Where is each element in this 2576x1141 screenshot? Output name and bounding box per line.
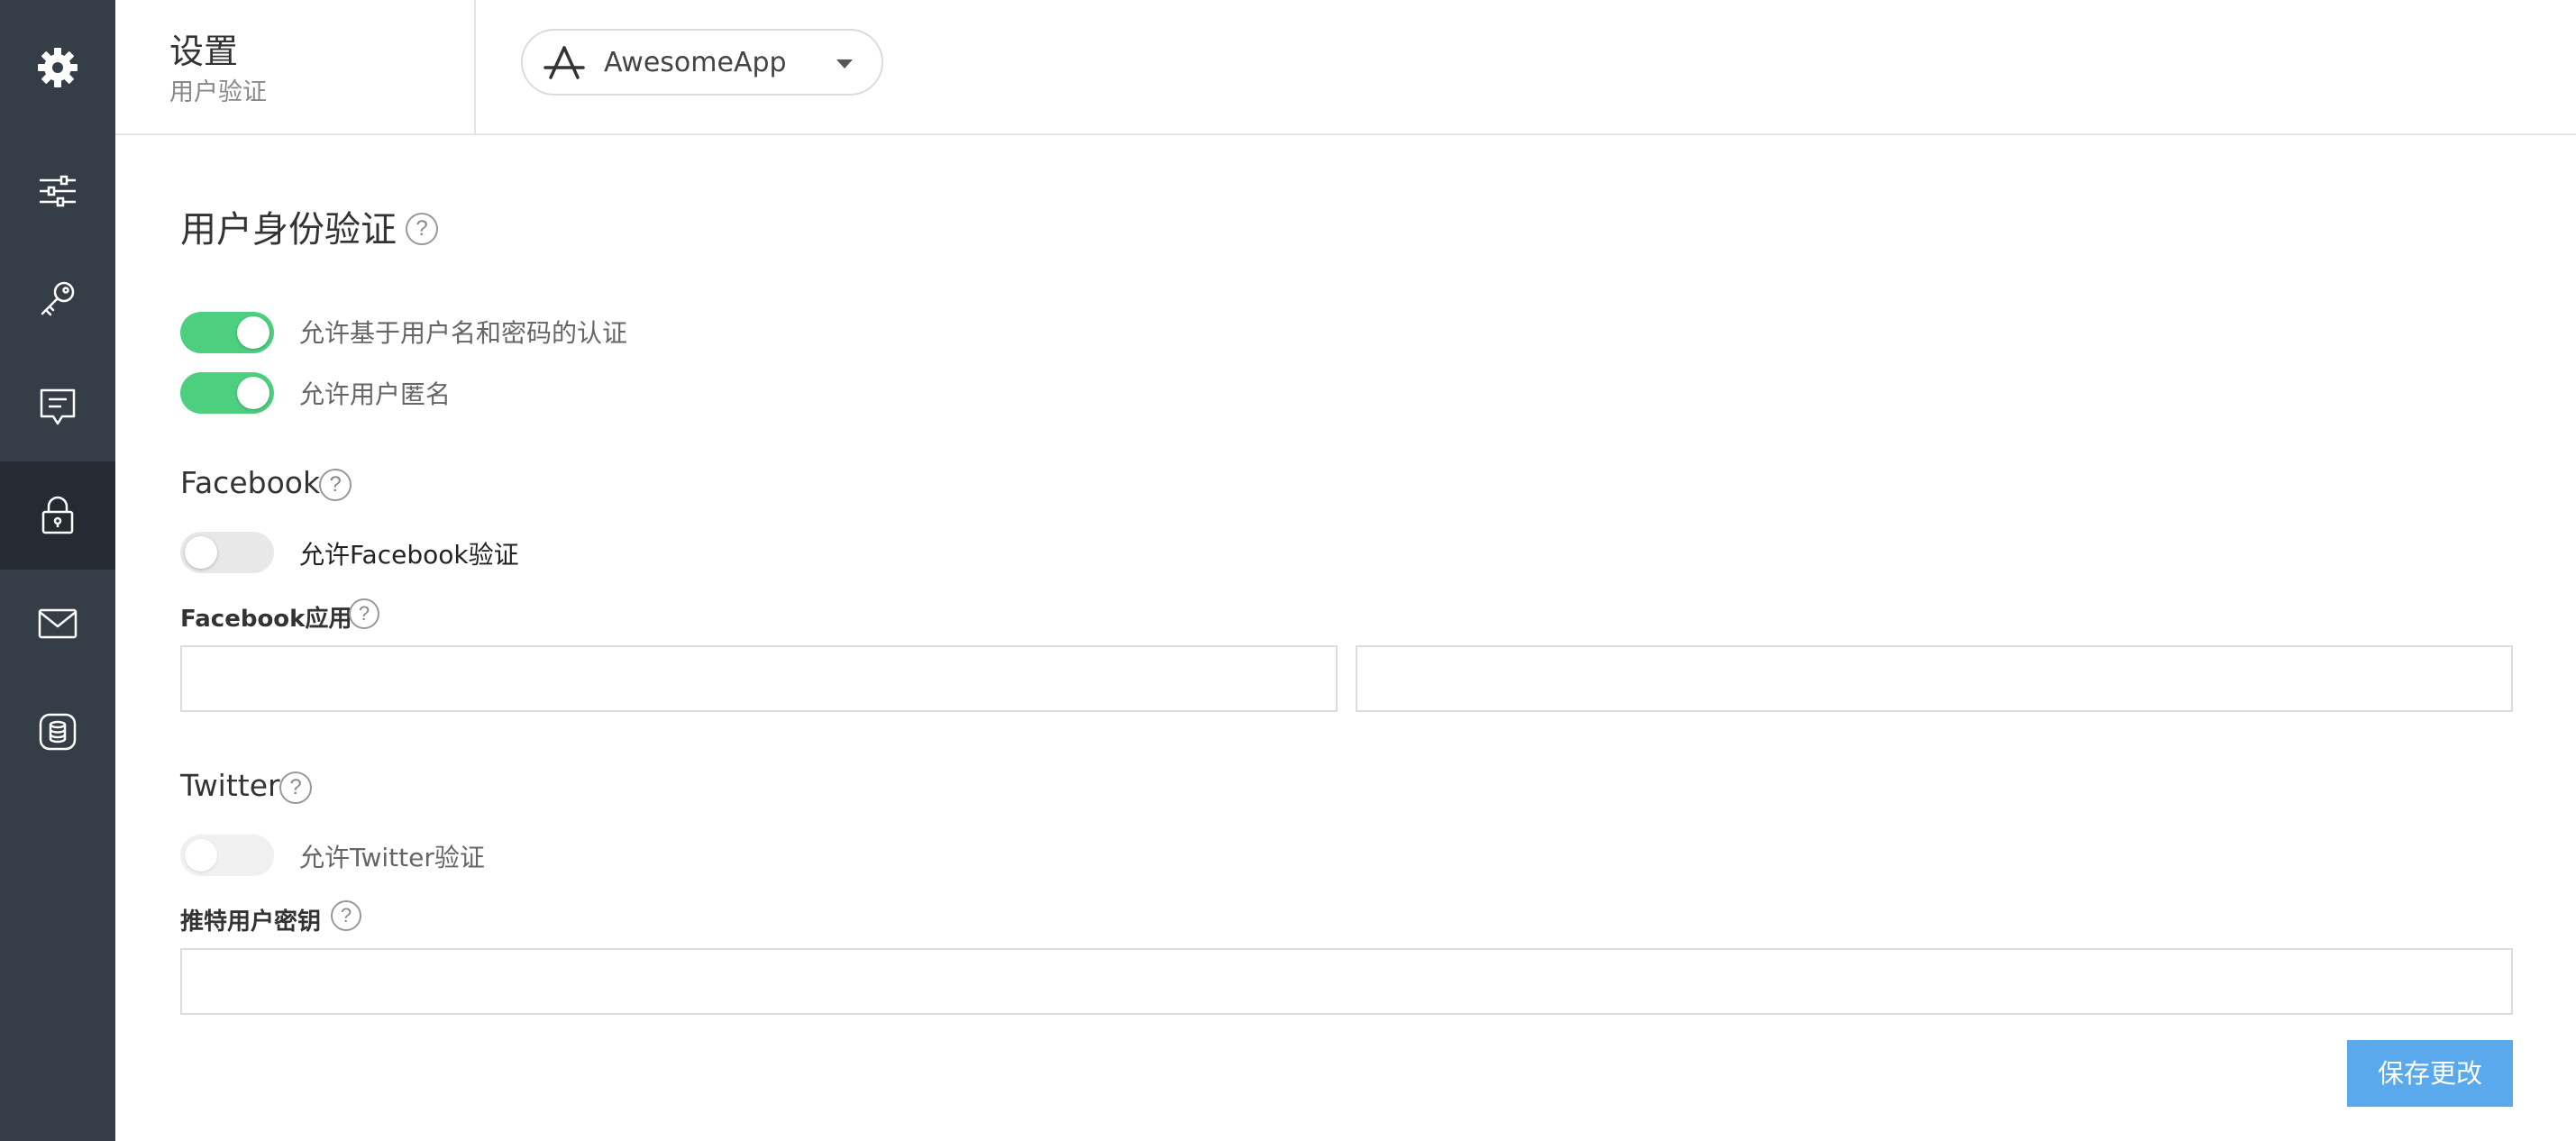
help-icon[interactable]: ?: [319, 469, 352, 501]
toggle-knob: [185, 839, 217, 872]
toggle-facebook-label: 允许Facebook验证: [299, 540, 519, 570]
database-icon: [39, 713, 77, 751]
sliders-icon: [40, 175, 76, 207]
breadcrumb: 设置 用户验证: [115, 0, 476, 135]
facebook-app-secret-field[interactable]: [1356, 645, 2513, 712]
sidebar-item-email[interactable]: [0, 570, 115, 678]
sidebar-item-keys[interactable]: [0, 245, 115, 353]
facebook-heading: Facebook: [180, 465, 321, 500]
toggle-facebook[interactable]: [180, 532, 274, 573]
help-icon[interactable]: ?: [279, 771, 312, 804]
toggle-knob: [237, 377, 269, 409]
help-icon[interactable]: ?: [349, 598, 379, 629]
key-icon: [41, 281, 75, 316]
twitter-consumer-key-field[interactable]: [180, 948, 2513, 1015]
help-icon[interactable]: ?: [406, 213, 438, 245]
twitter-heading: Twitter: [180, 768, 280, 803]
page-subtitle: 用户验证: [169, 78, 267, 106]
app-selector[interactable]: AwesomeApp: [521, 29, 883, 96]
sidebar-item-settings[interactable]: [0, 14, 115, 122]
app-store-icon: [544, 46, 585, 79]
section-title: 用户身份验证: [180, 209, 397, 251]
toggle-knob: [237, 316, 269, 349]
toggle-knob: [185, 536, 217, 569]
help-icon[interactable]: ?: [331, 900, 361, 931]
app-name: AwesomeApp: [604, 47, 787, 78]
toggle-anonymous-label: 允许用户匿名: [299, 379, 452, 409]
chat-icon: [40, 388, 76, 425]
mail-icon: [38, 608, 78, 639]
sidebar-item-messages[interactable]: [0, 353, 115, 461]
chevron-down-icon: [836, 59, 853, 68]
lock-icon: [41, 496, 74, 534]
sidebar-item-general[interactable]: [0, 137, 115, 245]
toggle-twitter[interactable]: [180, 835, 274, 876]
sidebar: [0, 0, 115, 1141]
toggle-username-password-label: 允许基于用户名和密码的认证: [299, 318, 628, 348]
page-title: 设置: [169, 32, 239, 71]
facebook-app-label: Facebook应用: [180, 606, 352, 633]
toggle-twitter-label: 允许Twitter验证: [299, 843, 485, 872]
toggle-anonymous[interactable]: [180, 372, 274, 414]
top-bar: 设置 用户验证 AwesomeApp: [115, 0, 2576, 135]
sidebar-item-auth[interactable]: [0, 461, 115, 570]
twitter-key-label: 推特用户密钥: [180, 908, 322, 936]
save-button[interactable]: 保存更改: [2347, 1040, 2513, 1107]
facebook-app-id-field[interactable]: [180, 645, 1338, 712]
gear-icon: [38, 48, 78, 87]
toggle-username-password[interactable]: [180, 312, 274, 353]
sidebar-item-database[interactable]: [0, 678, 115, 786]
